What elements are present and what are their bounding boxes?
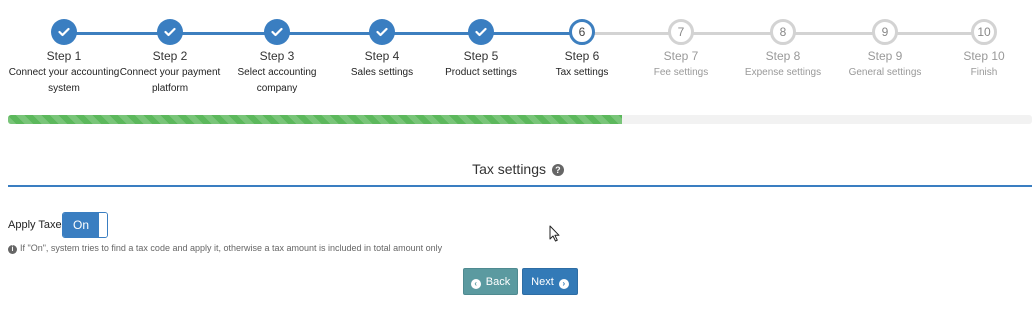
back-button-label: Back	[485, 276, 511, 288]
check-icon	[264, 19, 290, 45]
note-text: If "On", system tries to find a tax code…	[20, 243, 443, 253]
wizard-step-3[interactable]: Step 3 Select accounting company	[217, 19, 337, 97]
wizard-step-10[interactable]: 10 Step 10 Finish	[924, 19, 1036, 81]
check-icon	[369, 19, 395, 45]
progress-bar	[8, 115, 1032, 124]
step-number: 6	[569, 19, 595, 45]
back-button[interactable]: ‹ Back	[463, 268, 518, 295]
check-icon	[157, 19, 183, 45]
question-circle-icon[interactable]: ?	[551, 164, 564, 176]
step-title: Step 1	[46, 49, 82, 63]
wizard-step-2[interactable]: Step 2 Connect your payment platform	[110, 19, 230, 97]
step-number: 9	[872, 19, 898, 45]
section-divider	[8, 185, 1032, 187]
section-heading: Tax settings ?	[0, 161, 1036, 177]
wizard-steps: Step 1 Connect your accounting system Step…	[0, 0, 1036, 110]
toggle-knob	[99, 213, 107, 237]
apply-taxes-toggle[interactable]: On	[62, 212, 108, 238]
arrow-right-circle-icon: ›	[558, 279, 569, 289]
arrow-left-circle-icon: ‹	[470, 279, 481, 289]
next-button-label: Next	[531, 276, 554, 288]
apply-taxes-note: i If "On", system tries to find a tax cod…	[8, 243, 442, 254]
wizard-step-1[interactable]: Step 1 Connect your accounting system	[4, 19, 124, 97]
toggle-on-label: On	[63, 213, 99, 237]
step-title: Step 3	[259, 49, 295, 63]
step-number: 8	[770, 19, 796, 45]
progress-bar-fill	[8, 115, 623, 124]
check-icon	[51, 19, 77, 45]
step-number: 10	[971, 19, 997, 45]
apply-taxes-label: Apply Taxes	[8, 219, 68, 231]
step-description: Connect your payment platform	[119, 67, 221, 94]
step-description: Select accounting company	[237, 67, 317, 94]
step-title: Step 10	[963, 49, 1005, 63]
next-button[interactable]: Next ›	[522, 268, 578, 295]
step-description: Finish	[970, 67, 998, 78]
page-title: Tax settings	[472, 161, 547, 177]
check-icon	[468, 19, 494, 45]
step-description: Connect your accounting system	[8, 67, 120, 94]
step-number: 7	[668, 19, 694, 45]
mouse-cursor-icon	[549, 225, 560, 242]
step-title: Step 2	[152, 49, 188, 63]
info-icon: i	[8, 245, 17, 254]
